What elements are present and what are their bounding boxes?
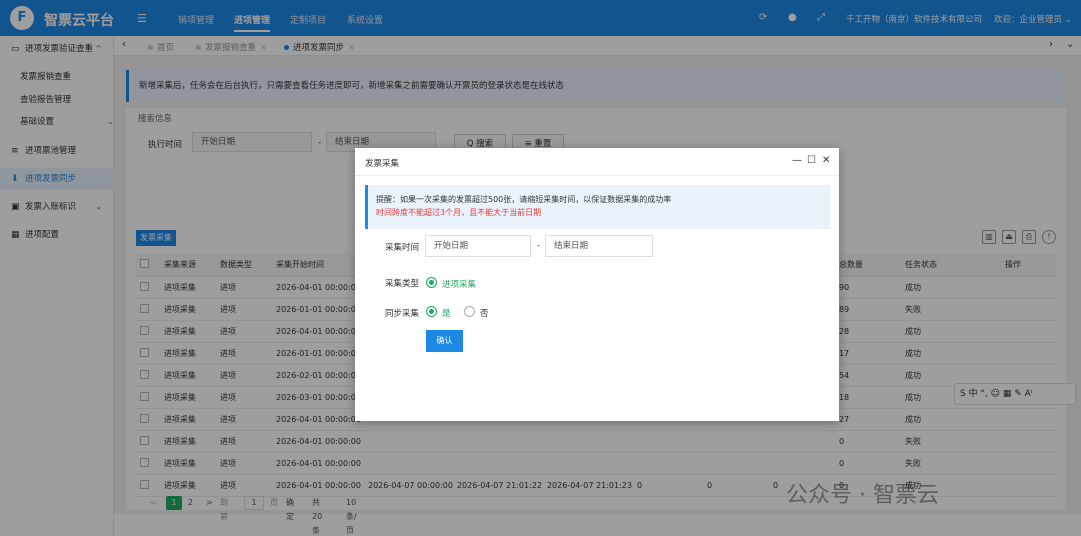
- tip-line-1: 提醒：如果一次采集的发票超过500张，请缩短采集时间，以保证数据采集的成功率: [376, 195, 672, 204]
- modal-overlay: 发票采集 — ☐ ✕ 提醒：如果一次采集的发票超过500张，请缩短采集时间，以保…: [0, 0, 1081, 536]
- sync-label: 同步采集: [385, 309, 420, 319]
- sync-yes-radio[interactable]: [426, 306, 437, 317]
- modal-start-date[interactable]: 开始日期: [425, 235, 531, 257]
- collect-time-label: 采集时间: [385, 243, 420, 253]
- collect-dialog: 发票采集 — ☐ ✕ 提醒：如果一次采集的发票超过500张，请缩短采集时间，以保…: [355, 148, 839, 421]
- dialog-title: 发票采集: [365, 159, 400, 169]
- minimize-icon[interactable]: —: [792, 155, 802, 166]
- type-input-label[interactable]: 进项采集: [442, 278, 476, 290]
- close-icon[interactable]: ✕: [822, 155, 830, 166]
- sync-no-label[interactable]: 否: [480, 307, 489, 319]
- type-input-radio[interactable]: [426, 277, 437, 288]
- modal-date-separator: -: [537, 241, 541, 251]
- confirm-button[interactable]: 确认: [426, 330, 463, 352]
- sync-no-radio[interactable]: [464, 306, 475, 317]
- modal-end-date[interactable]: 结束日期: [545, 235, 653, 257]
- dialog-tip: 提醒：如果一次采集的发票超过500张，请缩短采集时间，以保证数据采集的成功率 时…: [365, 185, 830, 229]
- maximize-icon[interactable]: ☐: [807, 155, 816, 166]
- dialog-divider: [355, 175, 839, 176]
- sync-yes-label[interactable]: 是: [442, 307, 451, 319]
- collect-type-label: 采集类型: [385, 279, 420, 289]
- tip-line-2: 时间跨度不能超过3个月，且不能大于当前日期: [376, 208, 542, 217]
